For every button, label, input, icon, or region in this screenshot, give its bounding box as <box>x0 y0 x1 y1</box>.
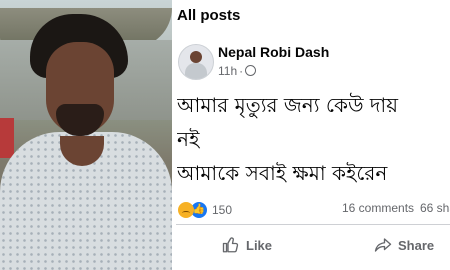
like-button[interactable]: Like <box>222 236 272 254</box>
post-time[interactable]: 11h <box>218 64 237 78</box>
profile-photo[interactable] <box>0 0 172 270</box>
like-label: Like <box>246 237 273 253</box>
share-label: Share <box>398 237 435 253</box>
post-meta: 11h · <box>218 64 257 78</box>
share-button[interactable]: Share <box>374 236 434 254</box>
reaction-count: 150 <box>212 202 233 217</box>
meta-separator: · <box>239 64 244 78</box>
globe-icon <box>245 65 257 76</box>
thumbs-up-icon <box>222 237 239 253</box>
comment-count[interactable]: 16 comments <box>342 201 414 215</box>
author-name[interactable]: Nepal Robi Dash <box>218 44 329 60</box>
page-title: All posts <box>177 7 241 24</box>
share-count[interactable]: 66 shares <box>420 201 450 215</box>
post-text: আমার মৃত্যুর জন্য কেউ দায় নই আমাকে সবাই… <box>177 93 398 185</box>
reactions-summary[interactable]: 👍 150 <box>178 199 233 219</box>
post-panel: All posts Nepal Robi Dash 11h · আমার মৃত্… <box>172 0 450 270</box>
author-avatar[interactable] <box>178 44 214 80</box>
divider <box>176 224 450 225</box>
red-object <box>0 118 14 158</box>
share-arrow-icon <box>374 238 392 252</box>
sad-reaction-icon <box>178 201 194 218</box>
